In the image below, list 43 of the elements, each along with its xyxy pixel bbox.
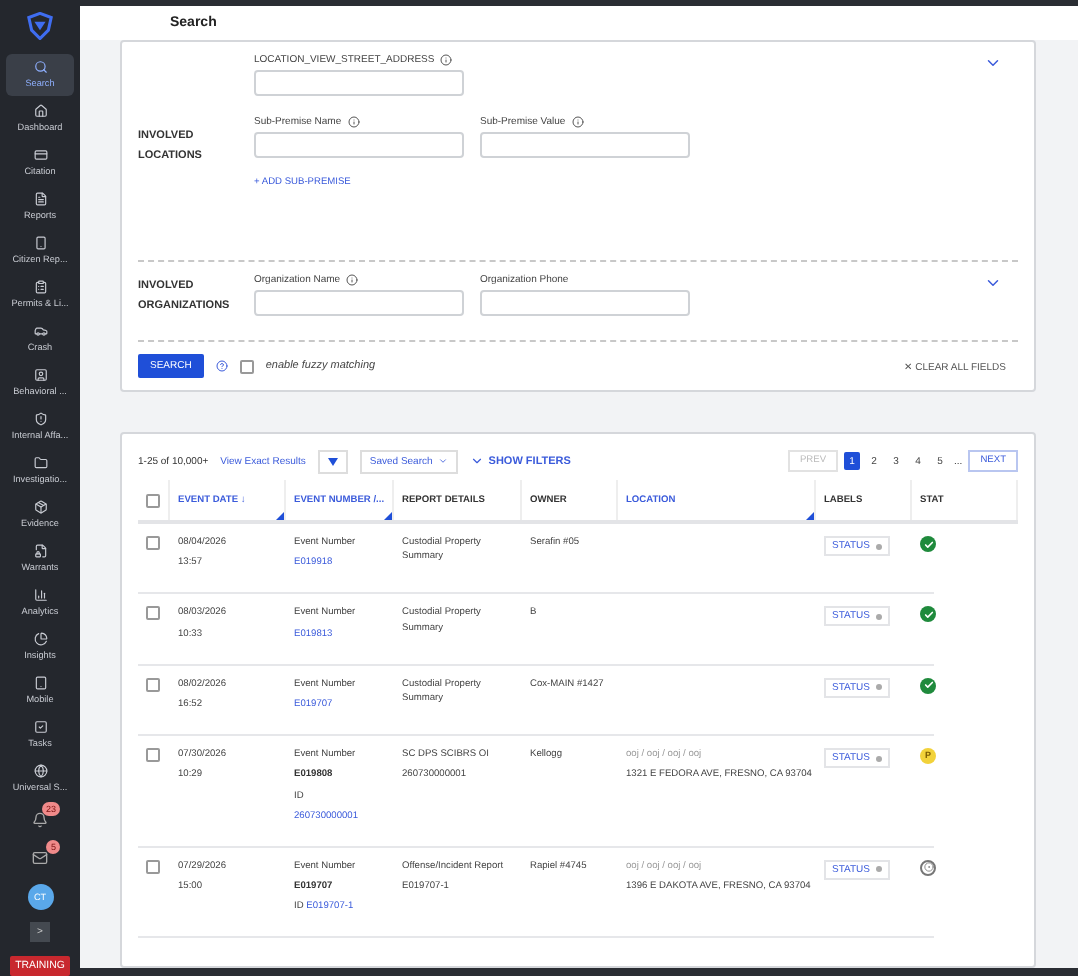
document-icon (33, 192, 47, 207)
info-icon[interactable] (440, 54, 453, 66)
chevron-down-icon (438, 456, 449, 466)
input-field[interactable] (254, 132, 464, 158)
clipboard-icon (33, 280, 47, 295)
dropdown-button[interactable] (317, 449, 348, 473)
bar-chart-icon (33, 587, 47, 602)
row-checkbox[interactable] (146, 748, 160, 763)
globe-icon (33, 763, 47, 778)
package-icon (33, 499, 47, 514)
home-icon (33, 104, 47, 119)
select-all-checkbox[interactable] (146, 493, 160, 507)
person-icon (33, 368, 47, 383)
mail-icon[interactable] (32, 850, 48, 867)
shield-logo (26, 12, 54, 40)
row-checkbox[interactable] (146, 606, 160, 621)
checkbox-icon (33, 719, 47, 734)
search-icon (33, 60, 47, 75)
info-icon[interactable] (347, 116, 360, 128)
caret-icon (327, 457, 338, 465)
chevron-down-icon (470, 454, 485, 468)
chevron-down-icon[interactable] (984, 54, 1002, 72)
checkbox[interactable] (239, 359, 254, 373)
input-field[interactable] (254, 70, 464, 96)
folder-icon (33, 456, 47, 471)
row-checkbox[interactable] (146, 536, 160, 550)
card-icon (33, 148, 47, 163)
row-checkbox[interactable] (146, 859, 160, 874)
input-field[interactable] (480, 132, 690, 158)
help-icon[interactable] (215, 360, 228, 372)
bell-icon[interactable] (32, 812, 48, 829)
chevron-down-icon[interactable] (984, 274, 1002, 292)
tablet-icon (33, 675, 47, 690)
shield-icon (33, 412, 47, 427)
pie-chart-icon (33, 631, 47, 646)
info-icon[interactable] (346, 274, 359, 286)
lock-file-icon (33, 543, 47, 558)
input-field[interactable] (254, 290, 464, 316)
phone-icon (33, 236, 47, 251)
info-icon[interactable] (571, 116, 584, 128)
car-icon (33, 324, 47, 339)
row-checkbox[interactable] (146, 677, 160, 692)
input-field[interactable] (480, 290, 690, 316)
